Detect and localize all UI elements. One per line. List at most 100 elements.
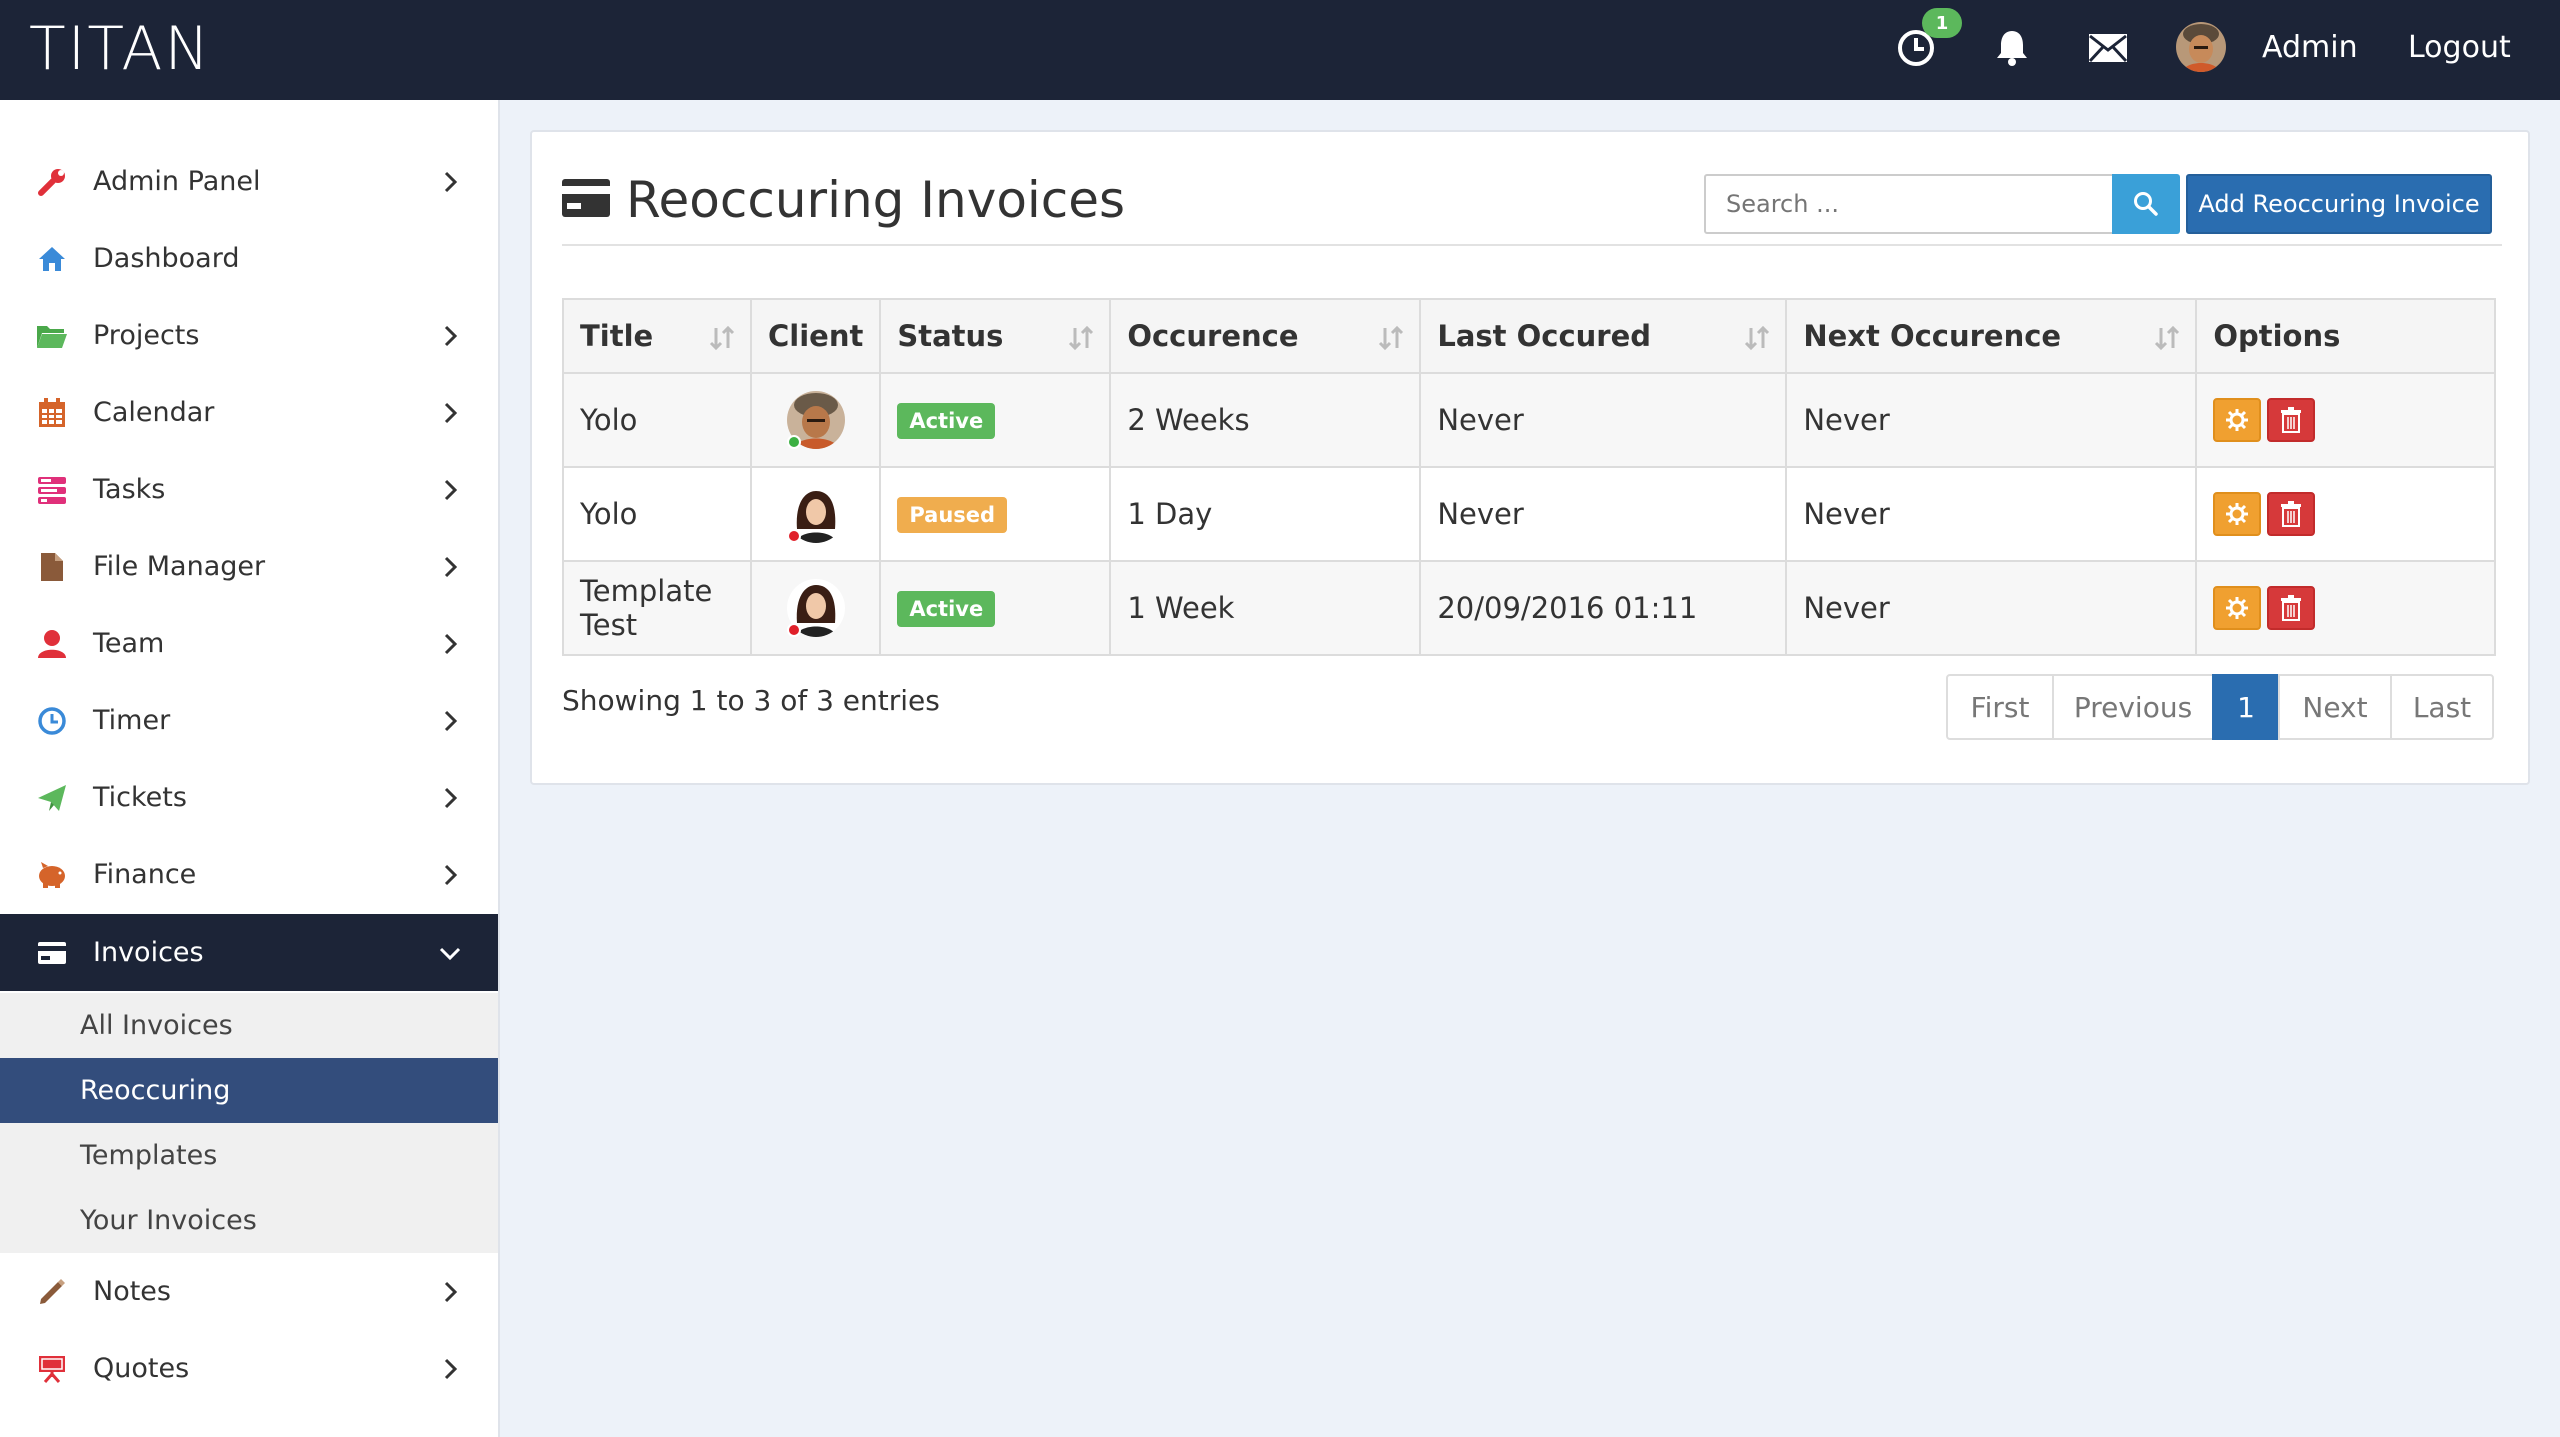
sidebar-item-projects[interactable]: Projects xyxy=(0,297,498,374)
sidebar-item-tasks[interactable]: Tasks xyxy=(0,451,498,528)
add-reoccuring-invoice-button[interactable]: Add Reoccuring Invoice xyxy=(2186,174,2492,234)
trash-icon xyxy=(2281,501,2302,527)
sort-icon[interactable] xyxy=(1377,324,1405,352)
cell-client xyxy=(749,372,882,468)
chevron-right-icon xyxy=(444,402,458,423)
page-header: Reoccuring Invoices xyxy=(562,168,1125,232)
sidebar-item-notes[interactable]: Notes xyxy=(0,1253,498,1330)
sidebar-item-label: Invoices xyxy=(93,937,204,968)
cell-options xyxy=(2195,466,2496,562)
column-header-next-occurence[interactable]: Next Occurence xyxy=(1785,298,2198,374)
table-row: Yolo Paused 1 Day Never Never xyxy=(562,466,2496,562)
sidebar-item-team[interactable]: Team xyxy=(0,605,498,682)
cell-next-occurence: Never xyxy=(1785,372,2198,468)
column-header-title[interactable]: Title xyxy=(562,298,752,374)
sort-icon[interactable] xyxy=(708,324,736,352)
gear-icon xyxy=(2226,503,2249,525)
online-status-dot xyxy=(786,435,801,449)
sidebar-item-quotes[interactable]: Quotes xyxy=(0,1330,498,1407)
wrench-icon xyxy=(36,166,68,198)
sidebar-item-label: Tickets xyxy=(93,782,187,813)
user-name[interactable]: Admin xyxy=(2262,28,2358,68)
settings-button[interactable] xyxy=(2213,492,2262,536)
pencil-icon xyxy=(36,1276,68,1308)
pagination-next[interactable]: Next xyxy=(2278,674,2392,740)
invoices-table: Title Client Status Occurence Last Occur… xyxy=(562,298,2496,656)
clock-icon xyxy=(36,705,68,737)
page-title: Reoccuring Invoices xyxy=(626,171,1126,229)
sidebar-item-finance[interactable]: Finance xyxy=(0,836,498,913)
sidebar-subitem-your-invoices[interactable]: Your Invoices xyxy=(0,1188,498,1253)
column-header-last-occured[interactable]: Last Occured xyxy=(1419,298,1788,374)
sidebar-item-label: Finance xyxy=(93,859,197,890)
logout-link[interactable]: Logout xyxy=(2408,28,2511,68)
chevron-right-icon xyxy=(444,325,458,346)
user-avatar[interactable] xyxy=(2176,22,2226,72)
chevron-right-icon xyxy=(444,787,458,808)
piggy-bank-icon xyxy=(36,859,68,891)
settings-button[interactable] xyxy=(2213,398,2262,442)
chevron-right-icon xyxy=(444,479,458,500)
divider xyxy=(562,244,2502,246)
gear-icon xyxy=(2226,409,2249,431)
table-header-row: Title Client Status Occurence Last Occur… xyxy=(562,298,2496,374)
sidebar-item-calendar[interactable]: Calendar xyxy=(0,374,498,451)
pagination-previous[interactable]: Previous xyxy=(2052,674,2214,740)
cell-occurence: 1 Day xyxy=(1109,466,1422,562)
sidebar-subitem-label: Your Invoices xyxy=(80,1205,257,1236)
pagination-first[interactable]: First xyxy=(1946,674,2054,740)
sidebar-item-file-manager[interactable]: File Manager xyxy=(0,528,498,605)
sidebar-subitem-label: Templates xyxy=(80,1140,218,1171)
search-input[interactable] xyxy=(1704,174,2114,234)
sort-icon[interactable] xyxy=(2153,324,2181,352)
bell-icon[interactable] xyxy=(1988,24,2036,72)
envelope-icon[interactable] xyxy=(2084,24,2132,72)
sort-icon[interactable] xyxy=(1743,324,1771,352)
sidebar-item-invoices[interactable]: Invoices xyxy=(0,914,498,991)
sidebar-item-admin-panel[interactable]: Admin Panel xyxy=(0,143,498,220)
sort-icon[interactable] xyxy=(1067,324,1095,352)
delete-button[interactable] xyxy=(2267,492,2316,536)
top-navbar: TITAN 1 Admin Logout xyxy=(0,0,2560,100)
settings-button[interactable] xyxy=(2213,586,2262,630)
cell-next-occurence: Never xyxy=(1785,560,2198,656)
sidebar-subitem-all-invoices[interactable]: All Invoices xyxy=(0,993,498,1058)
column-header-occurence[interactable]: Occurence xyxy=(1109,298,1422,374)
sidebar-item-label: Quotes xyxy=(93,1353,190,1384)
chevron-right-icon xyxy=(444,633,458,654)
entries-info: Showing 1 to 3 of 3 entries xyxy=(562,684,940,717)
chevron-right-icon xyxy=(444,710,458,731)
sidebar-item-tickets[interactable]: Tickets xyxy=(0,759,498,836)
credit-card-icon xyxy=(36,937,68,969)
pagination-last[interactable]: Last xyxy=(2390,674,2494,740)
tasks-icon xyxy=(36,474,68,506)
table-row: Template Test Active 1 Week 20/09/2016 0… xyxy=(562,560,2496,656)
sidebar-item-dashboard[interactable]: Dashboard xyxy=(0,220,498,297)
sidebar-subitem-reoccuring[interactable]: Reoccuring xyxy=(0,1058,498,1123)
sidebar-item-label: Tasks xyxy=(93,474,166,505)
delete-button[interactable] xyxy=(2267,586,2316,630)
paper-plane-icon xyxy=(36,782,68,814)
sidebar-item-label: File Manager xyxy=(93,551,266,582)
search-button[interactable] xyxy=(2112,174,2180,234)
cell-occurence: 1 Week xyxy=(1109,560,1422,656)
delete-button[interactable] xyxy=(2267,398,2316,442)
sidebar-item-label: Projects xyxy=(93,320,200,351)
search-icon xyxy=(2134,192,2158,216)
sidebar-item-label: Admin Panel xyxy=(93,166,261,197)
offline-status-dot xyxy=(786,623,801,637)
brand-logo[interactable]: TITAN xyxy=(29,14,211,84)
sidebar-subitem-templates[interactable]: Templates xyxy=(0,1123,498,1188)
timer-badge: 1 xyxy=(1922,8,1962,38)
sidebar-item-label: Team xyxy=(93,628,165,659)
column-header-status[interactable]: Status xyxy=(879,298,1112,374)
chevron-right-icon xyxy=(444,1358,458,1379)
sidebar-item-label: Dashboard xyxy=(93,243,240,274)
calendar-icon xyxy=(36,397,68,429)
pagination-page-1[interactable]: 1 xyxy=(2212,674,2280,740)
credit-card-icon xyxy=(562,179,610,221)
user-icon xyxy=(36,628,68,660)
sidebar-item-label: Calendar xyxy=(93,397,215,428)
sidebar-item-timer[interactable]: Timer xyxy=(0,682,498,759)
table-row: Yolo Active 2 Weeks Never Never xyxy=(562,372,2496,468)
